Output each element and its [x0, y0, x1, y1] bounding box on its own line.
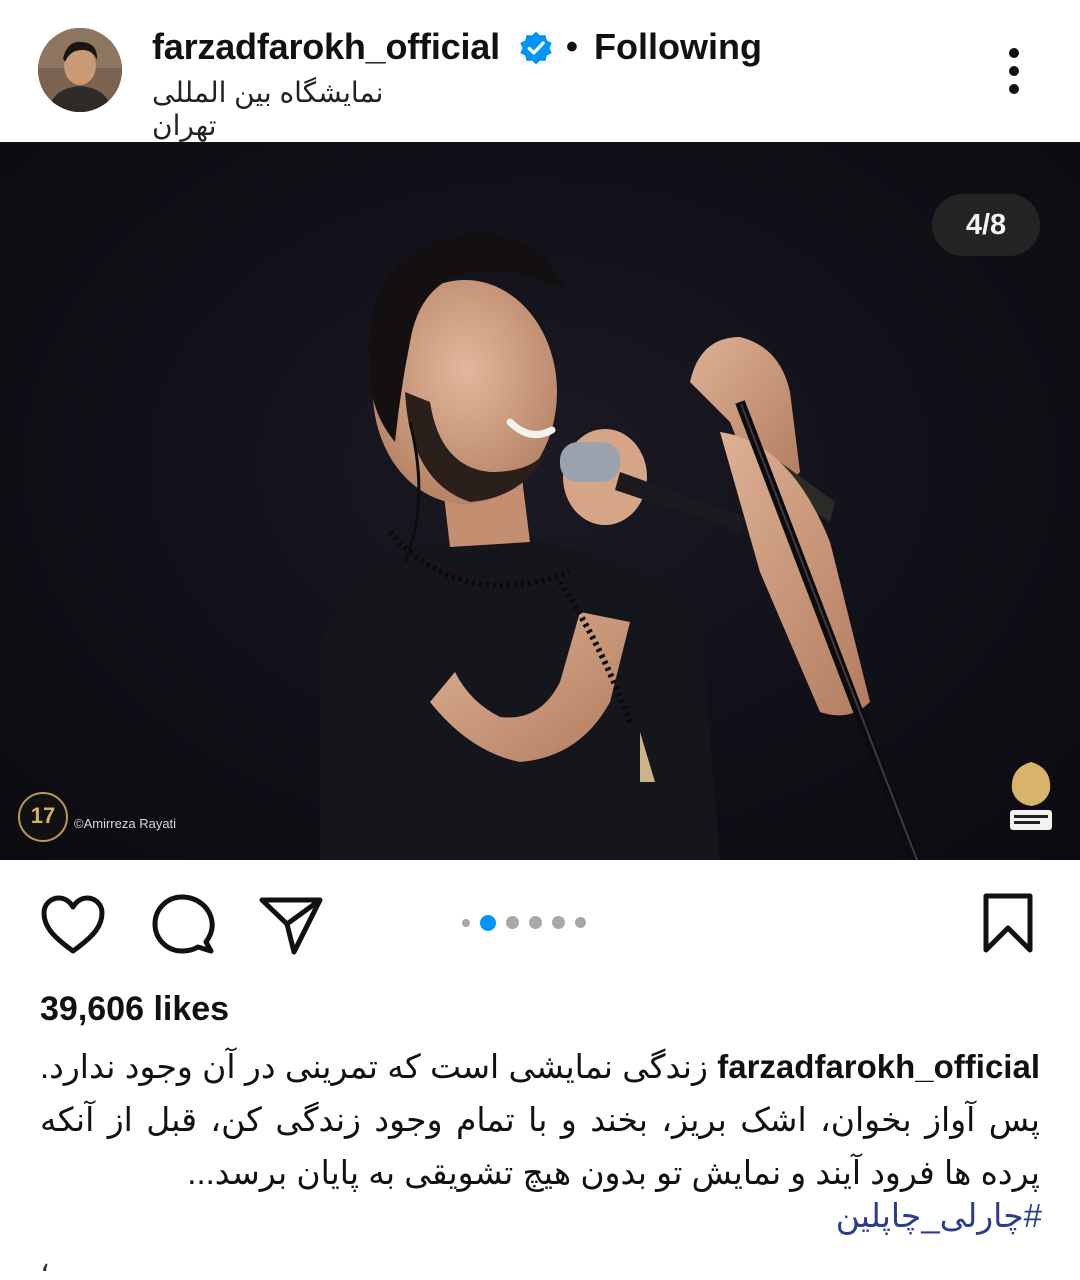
carousel-dot	[552, 916, 565, 930]
more-vertical-icon[interactable]	[996, 46, 1032, 96]
comment-icon	[152, 894, 215, 954]
likes-count[interactable]: 39,606 likes	[40, 990, 229, 1029]
location-link[interactable]: نمایشگاه بین المللی تهران	[152, 76, 452, 142]
post-header: farzadfarokh_official • Following نمایشگ…	[0, 0, 1080, 142]
action-bar	[0, 860, 1080, 990]
concert-photo	[320, 234, 920, 860]
carousel-dot-active	[480, 914, 496, 931]
avatar[interactable]	[38, 28, 122, 112]
hashtag-link[interactable]: #چارلی_چاپلین	[836, 1196, 1042, 1235]
carousel-dot	[462, 918, 470, 927]
carousel-indicator	[462, 914, 596, 932]
carousel-dot	[575, 917, 586, 929]
photo-credit: ©Amirreza Rayati	[74, 816, 177, 831]
post-photo[interactable]: 4/8 17 ©Amirreza Rayati	[0, 142, 1080, 860]
anniversary-badge: 17	[18, 792, 68, 842]
heart-icon	[41, 895, 105, 954]
like-button[interactable]	[40, 894, 106, 956]
slide-counter: 4/8	[932, 194, 1040, 256]
record-label-logo	[1010, 762, 1052, 830]
carousel-dot	[529, 916, 542, 930]
comment-button[interactable]	[150, 892, 216, 958]
caption-trailing-mark: ،	[40, 1245, 50, 1278]
caption: farzadfarokh_official زندگی نمایشی است ک…	[40, 1040, 1040, 1199]
separator-dot: •	[566, 28, 578, 66]
save-button[interactable]	[980, 892, 1036, 956]
verified-badge-icon	[520, 31, 552, 65]
send-icon	[259, 897, 323, 955]
username[interactable]: farzadfarokh_official	[152, 26, 500, 68]
carousel-dot	[506, 916, 519, 930]
caption-username[interactable]: farzadfarokh_official	[717, 1048, 1040, 1085]
following-button[interactable]: Following	[594, 26, 762, 68]
share-button[interactable]	[258, 894, 324, 956]
bookmark-icon	[983, 893, 1033, 953]
